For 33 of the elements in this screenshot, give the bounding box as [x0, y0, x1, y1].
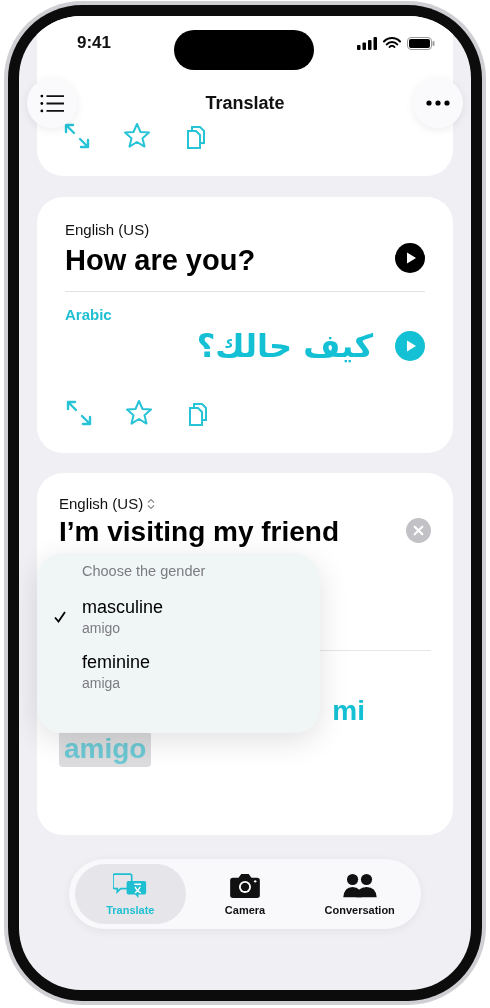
signal-icon [357, 36, 377, 50]
expand-icon[interactable] [63, 122, 91, 150]
play-icon[interactable] [395, 242, 425, 273]
star-icon[interactable] [123, 122, 151, 150]
tab[interactable]: Camera [189, 864, 301, 924]
battery-icon [407, 36, 435, 50]
two-people-icon [342, 872, 377, 899]
source-text: How are you? [65, 244, 256, 277]
target-language: Arabic [65, 306, 113, 323]
list-icon [40, 93, 64, 113]
tab[interactable]: Conversation [304, 864, 415, 924]
source-language: English (US) [65, 221, 151, 238]
more-icon [426, 100, 450, 106]
up-down-chevron-icon[interactable] [147, 497, 156, 510]
option-label: feminine [82, 652, 151, 673]
status-time: 9:41 [77, 33, 112, 53]
source-language-picker[interactable]: English (US) [59, 495, 144, 512]
menu-title: Choose the gender [81, 563, 207, 579]
clear-icon[interactable] [406, 517, 431, 543]
input-text[interactable]: I’m visiting my friend [59, 516, 340, 548]
option-word: amigo [82, 620, 122, 636]
translated-text: كيف حالك؟ [196, 327, 373, 365]
menu-option[interactable]: feminine amiga [37, 636, 320, 691]
expand-icon[interactable] [65, 399, 93, 427]
nav-title: Translate [205, 92, 285, 114]
menu-option[interactable]: masculine amigo [37, 579, 320, 636]
translated-text: mi [332, 695, 365, 726]
option-word: amiga [82, 675, 122, 691]
camera-icon [228, 872, 262, 899]
wifi-icon [383, 36, 401, 50]
option-label: masculine [82, 597, 164, 618]
star-icon[interactable] [125, 399, 153, 427]
speech-bubbles-icon [113, 872, 148, 899]
